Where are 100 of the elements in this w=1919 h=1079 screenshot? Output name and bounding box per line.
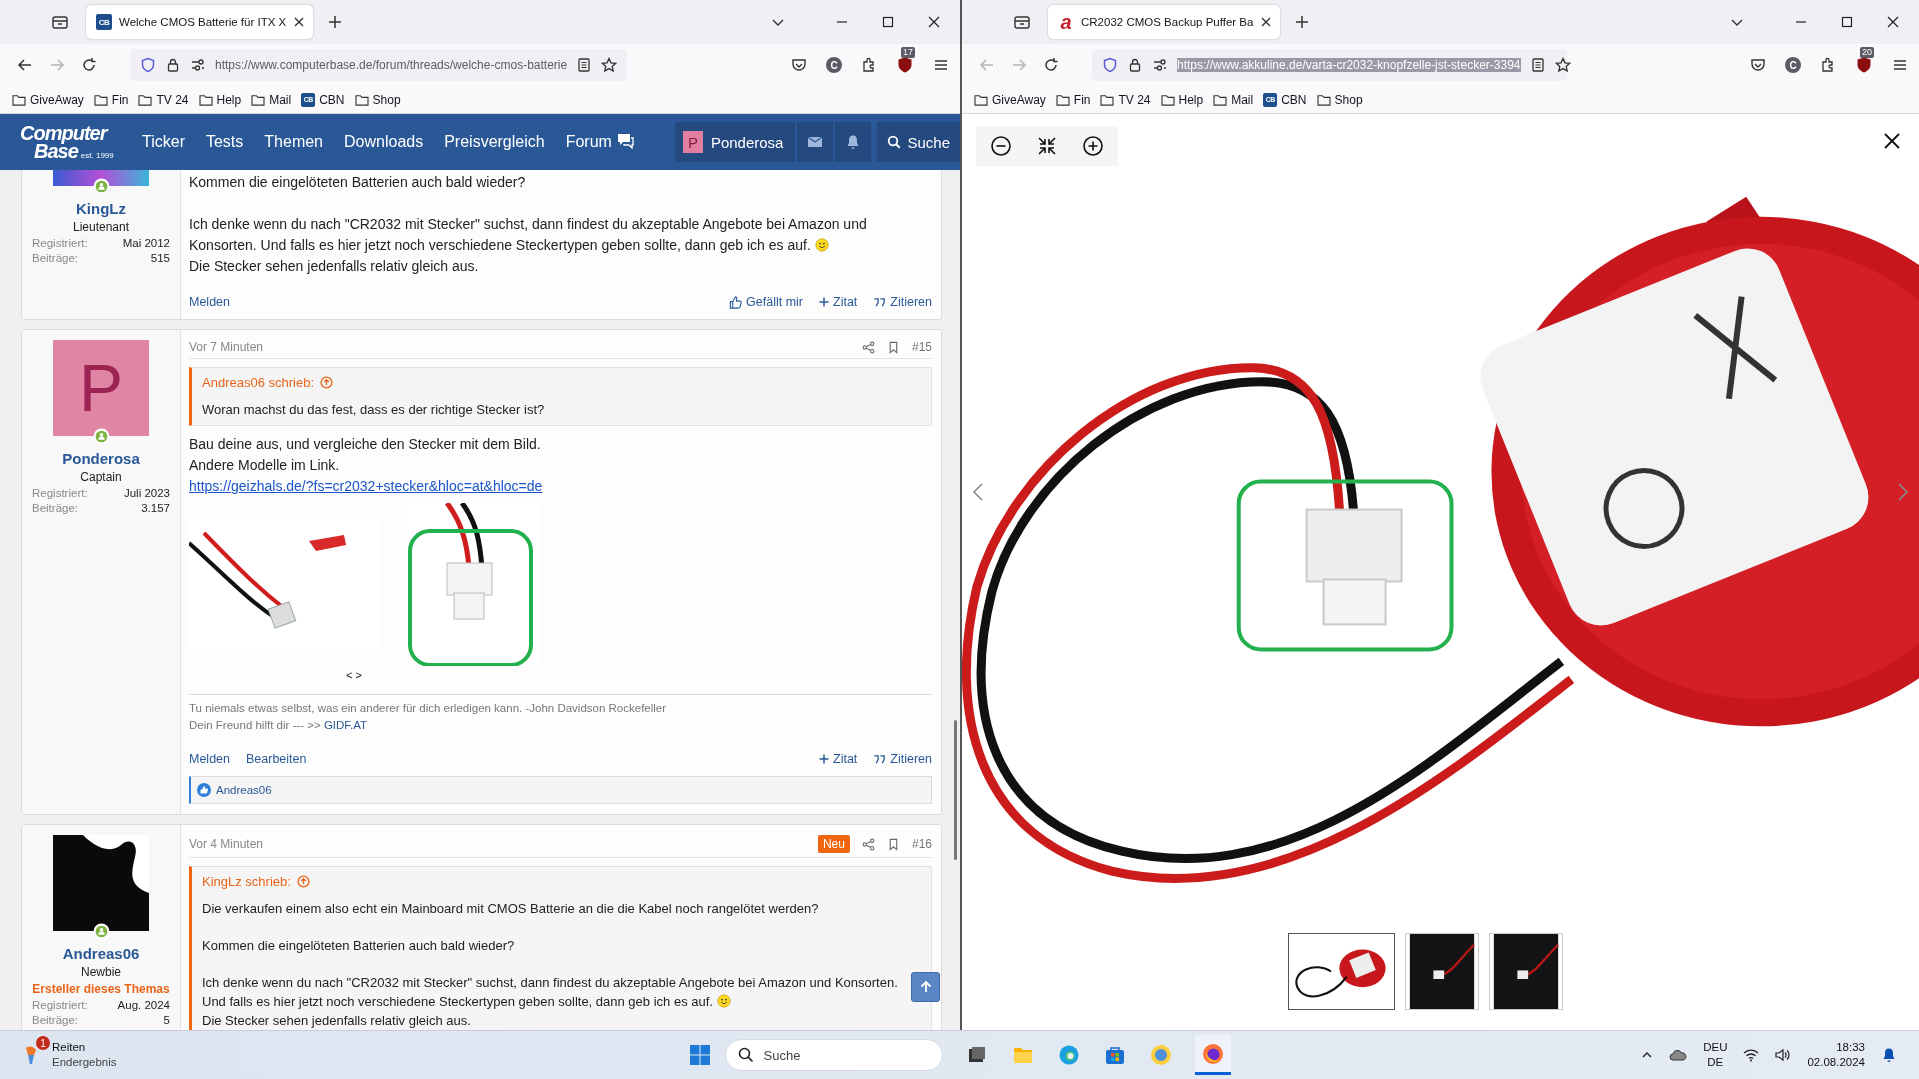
quote-icon [873,752,887,766]
bookmark[interactable]: TV 24 [1100,92,1151,107]
taskbar-app-button[interactable] [1194,1035,1231,1075]
bookmark[interactable]: Mail [1213,92,1254,107]
post-action-link[interactable]: Melden [189,752,230,766]
bookmark[interactable]: Mail [251,92,292,107]
bookmark[interactable]: TV 24 [138,92,189,107]
nav-link[interactable]: Downloads [344,133,424,151]
avatar-image[interactable] [53,170,149,186]
new-tab-icon[interactable] [327,14,344,30]
bookmark[interactable]: Shop [1316,92,1363,107]
post-action-link[interactable]: Zitat [819,752,858,766]
post-time[interactable]: Vor 7 Minuten [189,340,264,354]
pocket-icon[interactable] [790,56,808,74]
nav-link[interactable]: Tests [205,133,244,151]
user-menu[interactable]: P Ponderosa [674,122,796,162]
shield-icon[interactable] [140,57,156,73]
stat-value: Juli 2023 [123,487,170,499]
share-icon[interactable] [861,837,875,851]
previous-icon[interactable] [972,481,984,502]
thread-starter-label: Ersteller dieses Themas [32,982,170,996]
close-icon[interactable] [928,16,940,28]
close-icon[interactable] [1883,132,1901,150]
maximize-icon[interactable] [1841,16,1853,28]
post-number-link[interactable]: #15 [911,340,932,354]
reaction-user-link[interactable]: Andreas06 [216,784,272,796]
address-bar[interactable]: https://www.computerbase.de/forum/threads/welche-cmos-batterie [130,49,628,81]
bookmark[interactable]: Help [198,92,242,107]
stat-label: Registriert: [32,237,88,249]
bookmark[interactable]: Shop [354,92,401,107]
bookmark[interactable]: Fin [1055,92,1091,107]
permissions-icon[interactable] [1152,57,1168,73]
browser-tab[interactable]: a CR2032 CMOS Backup Puffer Ba [1048,5,1281,39]
reload-icon[interactable] [1042,56,1060,74]
username-link[interactable]: Ponderosa [62,450,140,467]
clock[interactable]: 18:33 02.08.2024 [1807,1040,1865,1070]
folder-icon [1316,93,1331,106]
post-text: Und falls es hier jetzt noch verschiedene Steckertypen geben sollte, dann geb ich es auf. [202,994,713,1009]
post-action-link[interactable]: Melden [189,295,230,309]
input-language-button[interactable]: DEU DE [1703,1040,1728,1070]
shield-extension-icon[interactable] [1855,56,1873,74]
zoom-in-icon[interactable] [1082,135,1104,157]
account-avatar[interactable]: C [1785,57,1801,73]
arrow-up-circle-icon[interactable] [320,376,333,389]
bookmark[interactable]: Help [1160,92,1204,107]
link[interactable]: https://geizhals.de/?fs=cr2032+stecker&hloc=at&hloc=de [189,478,543,494]
wifi-icon[interactable] [1743,1047,1760,1063]
post-action-link[interactable]: Gefällt mir [729,295,803,309]
arrow-up-icon [918,980,933,994]
scroll-to-top-button[interactable] [911,972,940,1002]
site-logo[interactable]: Computer Base est. 1999 [20,124,120,160]
arrow-up-circle-icon[interactable] [296,875,310,888]
shield-extension-icon[interactable] [896,56,914,74]
new-tab-icon[interactable] [1294,14,1311,30]
account-avatar[interactable]: C [826,57,842,73]
post-number-link[interactable]: #16 [911,837,932,851]
share-icon[interactable] [861,340,875,354]
close-icon[interactable] [1887,16,1899,28]
post-action-link[interactable]: Zitat [819,295,858,309]
avatar-silhouette[interactable] [53,835,149,931]
reader-view-icon[interactable] [576,57,593,73]
post-time[interactable]: Vor 4 Minuten [189,837,264,851]
star-icon[interactable] [601,57,618,73]
post-action-link[interactable]: Bearbeiten [246,752,307,766]
bookmark[interactable]: GiveAway [12,92,84,107]
reload-icon[interactable] [80,56,98,74]
nav-link[interactable]: Preisvergleich [444,133,545,151]
stat-label: Registriert: [32,487,88,499]
speaker-icon[interactable] [1775,1047,1792,1063]
pocket-icon[interactable] [1749,56,1767,74]
windows-start-icon[interactable] [688,1044,711,1066]
star-icon[interactable] [1554,57,1571,73]
username-link[interactable]: KingLz [76,200,126,217]
nav-link[interactable]: Ticker [142,133,185,151]
lock-icon[interactable] [165,57,181,73]
nav-link[interactable]: Themen [264,133,323,151]
post-action-link[interactable]: Zitieren [873,752,932,766]
username-link[interactable]: Andreas06 [62,945,140,962]
shield-icon[interactable] [1102,57,1118,73]
zoom-out-icon[interactable] [990,135,1012,157]
taskbar-search-field[interactable]: Suche [724,1039,943,1071]
post-action-link[interactable]: Zitieren [873,295,932,309]
bookmark[interactable]: GiveAway [974,92,1046,107]
lock-icon[interactable] [1127,57,1143,73]
browser-tab[interactable]: CB Welche CMOS Batterie für ITX X [86,5,314,39]
search-button[interactable]: Suche [877,122,960,162]
bell-icon[interactable] [1881,1047,1897,1063]
image-thumbnail[interactable] [1288,933,1395,1010]
collapse-icon[interactable] [1036,135,1058,157]
nav-link[interactable]: Forum [565,133,634,151]
messages-button[interactable] [797,122,834,162]
notifications-button[interactable] [835,122,872,162]
reader-view-icon[interactable] [1529,57,1546,73]
close-icon[interactable] [293,16,306,28]
close-icon[interactable] [1260,16,1273,28]
maximize-icon[interactable] [882,16,894,28]
link[interactable]: GIDF.AT [323,719,368,731]
gallery-nav[interactable]: < > [346,669,362,681]
permissions-icon[interactable] [190,57,206,73]
bookmark[interactable]: Fin [93,92,129,107]
